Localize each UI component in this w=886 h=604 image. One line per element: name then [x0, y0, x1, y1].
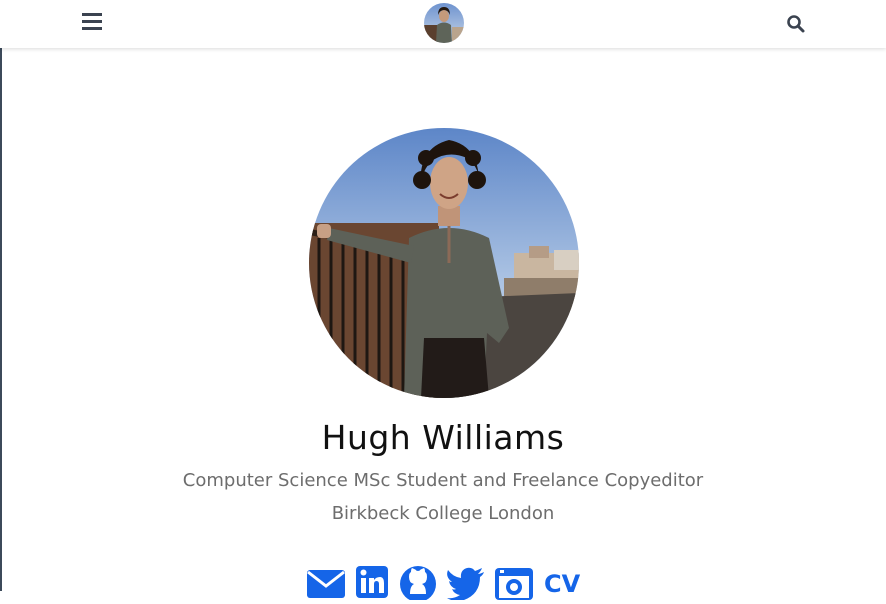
github-icon[interactable]	[398, 564, 438, 600]
top-navbar	[0, 0, 886, 48]
envelope-icon[interactable]	[306, 564, 346, 600]
scholar-icon[interactable]	[494, 564, 534, 600]
profile-name: Hugh Williams	[321, 418, 565, 457]
linkedin-icon[interactable]	[355, 564, 389, 600]
twitter-icon[interactable]	[446, 564, 486, 600]
search-icon[interactable]	[786, 14, 806, 34]
profile-photo	[309, 128, 579, 398]
hamburger-menu-icon[interactable]	[82, 13, 104, 33]
cv-link[interactable]: CV	[544, 570, 580, 598]
navbar-avatar[interactable]	[424, 3, 464, 43]
profile-affiliation: Birkbeck College London	[331, 503, 555, 524]
profile-tagline: Computer Science MSc Student and Freelan…	[182, 470, 704, 491]
social-links: CV	[306, 564, 596, 604]
